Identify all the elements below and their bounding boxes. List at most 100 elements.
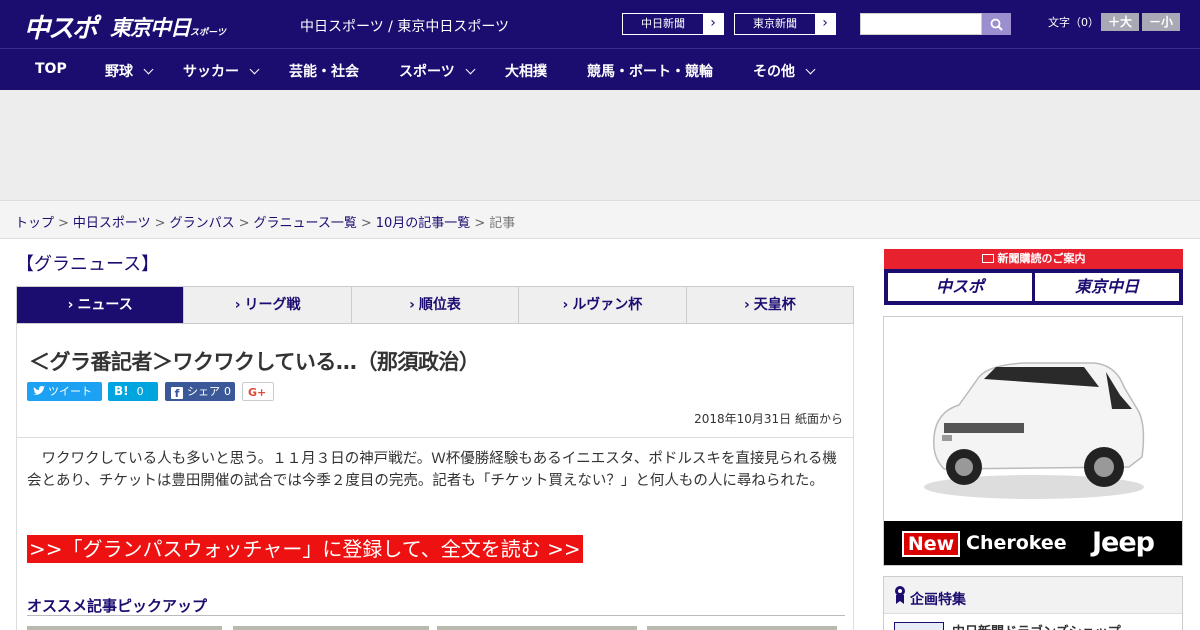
register-read-more-link[interactable]: >>「グランパスウォッチャー」に登録して、全文を読む >> — [27, 535, 583, 563]
nav-item-sumo[interactable]: 大相撲 — [505, 61, 547, 81]
chevron-right-icon: › — [234, 297, 241, 313]
dragons-shop-thumbnail[interactable] — [894, 622, 944, 630]
tokyo-shimbun-label: 東京新聞 — [753, 17, 797, 30]
breadcrumb-bar: トップ > 中日スポーツ > グランパス > グラニュース一覧 >10月の記事一覧 > 記事 — [0, 200, 1200, 239]
article-body: ワクワクしている人も多いと思う。１１月３日の神戸戦だ。Ｗ杯優勝経験もあるイニエス… — [16, 437, 854, 630]
search-input[interactable] — [860, 13, 982, 35]
nav-label: スポーツ — [399, 64, 455, 80]
chevron-right-icon: › — [703, 14, 723, 34]
google-plus-button[interactable]: G+ — [242, 382, 274, 401]
tab-label: 天皇杯 — [753, 297, 796, 313]
pickup-thumbnail[interactable] — [647, 626, 837, 630]
nav-item-top[interactable]: TOP — [35, 61, 67, 77]
tab-label: リーグ戦 — [244, 297, 301, 313]
breadcrumb-link-news-list[interactable]: グラニュース一覧 — [254, 216, 357, 231]
suv-car-image — [924, 362, 1145, 499]
chevron-down-icon — [465, 64, 476, 75]
ribbon-icon — [895, 586, 905, 604]
tab-label: 順位表 — [418, 297, 461, 313]
nav-label: 競馬・ボート・競輪 — [587, 64, 713, 80]
nav-label: TOP — [35, 61, 67, 77]
search-icon — [990, 18, 1003, 31]
breadcrumb-separator: > — [154, 216, 166, 231]
breadcrumb: トップ > 中日スポーツ > グランパス > グラニュース一覧 >10月の記事一覧 > 記事 — [15, 212, 515, 231]
fb-share-count: 0 — [224, 385, 231, 398]
header-bar: 中スポ 東京中日スポーツ 中日スポーツ / 東京中日スポーツ 中日新聞 › 東京… — [0, 0, 1200, 48]
article-header: ＜グラ番記者＞ワクワクしている…（那須政治） ツイート B! 0 f シェア 0 G+… — [16, 324, 854, 438]
hatena-count: 0 — [136, 385, 144, 398]
tokyo-chunichi-logo[interactable]: 東京中日スポーツ — [110, 12, 226, 42]
tokyo-logo-small: スポーツ — [190, 28, 226, 38]
tab-label: ルヴァン杯 — [572, 297, 643, 313]
article-date: 2018年10月31日 紙面から — [694, 412, 843, 426]
nav-item-racing[interactable]: 競馬・ボート・競輪 — [587, 61, 713, 81]
nav-item-sports[interactable]: スポーツ — [399, 61, 476, 81]
tab-label: ニュース — [77, 297, 133, 313]
pickup-thumbnail[interactable] — [437, 626, 637, 630]
car-advertisement[interactable]: New Cherokee Jeep — [883, 316, 1183, 566]
chevron-right-icon: › — [67, 297, 74, 313]
fb-share-label: シェア — [187, 385, 220, 398]
breadcrumb-link-top[interactable]: トップ — [15, 216, 54, 231]
chevron-right-icon: › — [409, 297, 415, 313]
tab-levain-cup[interactable]: › ルヴァン杯 — [519, 287, 687, 323]
breadcrumb-current: 記事 — [489, 216, 516, 231]
car-ad-bar: New Cherokee Jeep — [884, 521, 1182, 565]
car-brand-logo: Jeep — [1092, 527, 1155, 558]
font-larger-button[interactable]: ＋大 — [1101, 13, 1139, 31]
chevron-down-icon — [143, 64, 154, 75]
dragons-shop-link[interactable]: 中日新聞ドラゴンズショップ — [952, 621, 1121, 630]
ad-banner-area — [0, 90, 1200, 200]
tab-news[interactable]: › ニュース — [17, 287, 185, 323]
section-tabs: › ニュース › リーグ戦 › 順位表 › ルヴァン杯 › 天皇杯 — [16, 286, 854, 324]
subscription-banner[interactable]: 新聞購読のご案内 中スポ 東京中日 — [884, 249, 1183, 305]
tab-standings[interactable]: › 順位表 — [352, 287, 520, 323]
breadcrumb-separator: > — [238, 216, 250, 231]
pickup-thumbnail[interactable] — [233, 626, 429, 630]
chunichi-shimbun-button[interactable]: 中日新聞 › — [622, 13, 724, 35]
nav-label: 野球 — [105, 64, 133, 80]
section-title: 【グラニュース】 — [16, 254, 160, 275]
tweet-button[interactable]: ツイート — [27, 382, 102, 401]
new-label: New — [902, 531, 960, 557]
pickup-thumbnail[interactable] — [27, 626, 222, 630]
site-links[interactable]: 中日スポーツ / 東京中日スポーツ — [300, 16, 509, 36]
breadcrumb-separator: > — [360, 216, 372, 231]
tokyo-logo-text: 東京中日 — [110, 16, 191, 40]
special-feature-box: 企画特集 中日新聞ドラゴンズショップ — [883, 576, 1183, 630]
tokyo-shimbun-button[interactable]: 東京新聞 › — [734, 13, 836, 35]
chunichi-sports-logo[interactable]: 中スポ — [24, 8, 98, 45]
tweet-label: ツイート — [48, 385, 92, 398]
chunichi-shimbun-label: 中日新聞 — [641, 17, 685, 30]
chevron-down-icon — [249, 64, 260, 75]
breadcrumb-link-october[interactable]: 10月の記事一覧 — [376, 216, 471, 231]
hatena-bookmark-button[interactable]: B! 0 — [108, 382, 158, 401]
breadcrumb-link-chunichi-sports[interactable]: 中日スポーツ — [73, 216, 151, 231]
nav-item-other[interactable]: その他 — [753, 61, 816, 81]
subscribe-chunichi-button[interactable]: 中スポ — [888, 273, 1032, 301]
breadcrumb-separator: > — [474, 216, 486, 231]
subscribe-tokyo-button[interactable]: 東京中日 — [1035, 273, 1179, 301]
nav-label: サッカー — [183, 64, 239, 80]
tab-emperors-cup[interactable]: › 天皇杯 — [687, 287, 853, 323]
nav-label: 大相撲 — [505, 64, 547, 80]
chevron-right-icon: › — [562, 297, 569, 313]
special-feature-list: 中日新聞ドラゴンズショップ — [884, 613, 1182, 630]
font-smaller-button[interactable]: －小 — [1142, 13, 1180, 31]
article-headline: ＜グラ番記者＞ワクワクしている…（那須政治） — [29, 350, 480, 374]
nav-item-soccer[interactable]: サッカー — [183, 61, 260, 81]
tab-league[interactable]: › リーグ戦 — [184, 287, 352, 323]
newspaper-icon — [981, 254, 994, 263]
google-plus-icon: G+ — [248, 386, 267, 399]
chevron-right-icon: › — [815, 14, 835, 34]
car-model: Cherokee — [966, 532, 1067, 554]
font-size-label: 文字（0） — [1048, 16, 1099, 29]
pickup-title: オススメ記事ピックアップ — [27, 597, 208, 615]
breadcrumb-link-grampus[interactable]: グランパス — [170, 216, 235, 231]
search-button[interactable] — [982, 13, 1011, 35]
twitter-icon — [33, 386, 45, 395]
facebook-share-button[interactable]: f シェア 0 — [165, 382, 235, 401]
nav-item-baseball[interactable]: 野球 — [105, 61, 154, 81]
nav-item-entertainment[interactable]: 芸能・社会 — [289, 61, 359, 81]
breadcrumb-separator: > — [58, 216, 69, 231]
